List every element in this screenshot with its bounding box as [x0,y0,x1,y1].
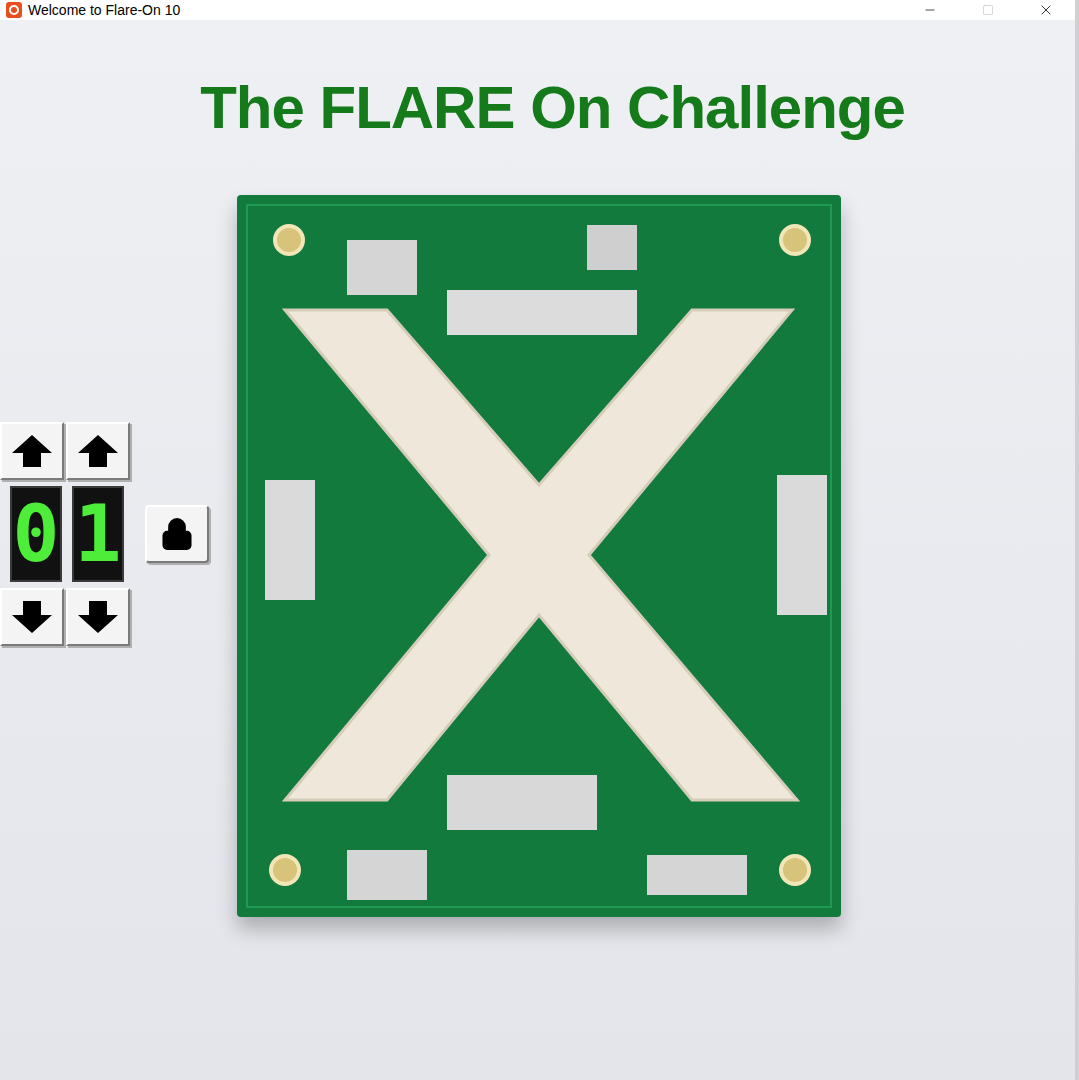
maximize-button[interactable] [959,0,1017,20]
app-logo-icon [6,2,22,18]
up-arrow-icon [76,433,120,469]
digit-up-button[interactable] [0,422,64,480]
code-panel: 01 [0,422,210,646]
lock-icon [160,517,194,551]
digit-down-button[interactable] [0,588,64,646]
close-icon [1038,2,1054,18]
minimize-button[interactable] [901,0,959,20]
counter-digit: 1 [72,486,124,582]
window-title: Welcome to Flare-On 10 [28,1,180,19]
up-arrow-icon [10,433,54,469]
counter-digit: 0 [10,486,62,582]
close-button[interactable] [1017,0,1075,20]
board-x-icon [237,195,841,917]
down-arrow-icon [76,599,120,635]
digit-down-button[interactable] [66,588,130,646]
lock-button[interactable] [145,505,209,563]
down-arrow-icon [10,599,54,635]
app-window: Welcome to Flare-On 10The FLARE On Chall… [0,0,1079,1080]
minimize-icon [923,3,937,17]
game-area: The FLARE On Challenge 01 [0,20,1075,1080]
maximize-icon [982,4,994,16]
circuit-board-picture [237,195,841,917]
title-bar: Welcome to Flare-On 10 [0,0,1075,20]
digit-up-button[interactable] [66,422,130,480]
challenge-heading: The FLARE On Challenge [200,75,905,141]
